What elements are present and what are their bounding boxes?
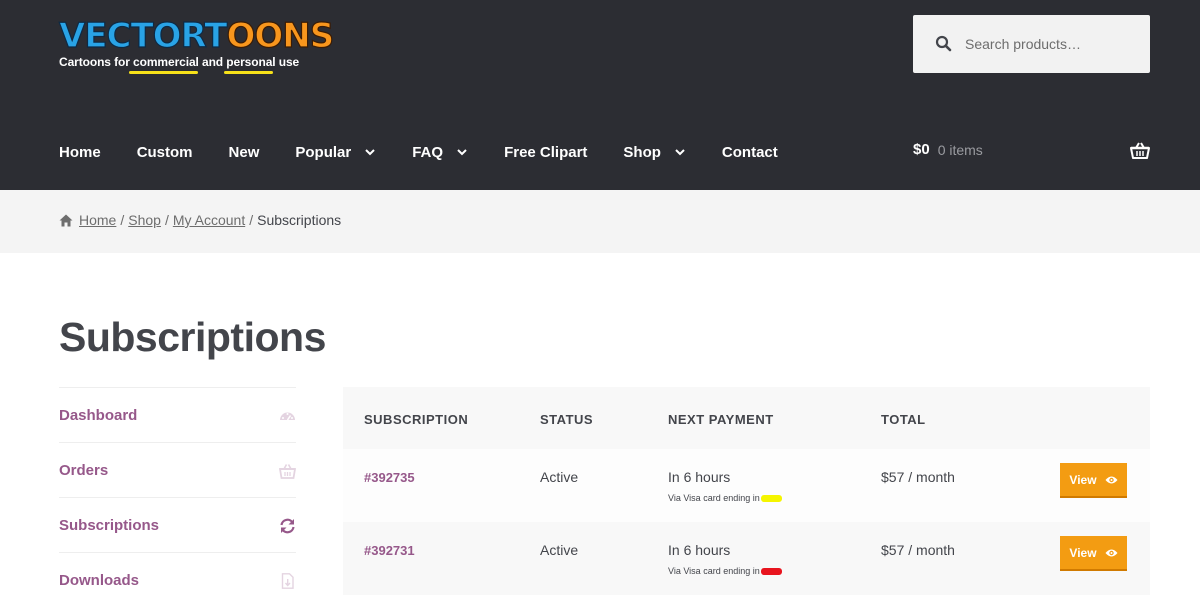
next-payment: In 6 hours	[668, 542, 731, 558]
breadcrumb-current: Subscriptions	[257, 212, 342, 228]
product-search	[913, 15, 1150, 73]
account-nav-label: Subscriptions	[59, 516, 160, 534]
nav-item-custom[interactable]: Custom	[137, 144, 193, 161]
chevron-down-icon	[457, 149, 467, 156]
view-subscription-button[interactable]: View	[1060, 536, 1127, 571]
refresh-icon	[280, 518, 295, 534]
redaction-mark	[760, 494, 782, 502]
basket-icon[interactable]	[1130, 141, 1150, 161]
page-title: Subscriptions	[59, 314, 326, 360]
search-input[interactable]	[965, 15, 1145, 73]
nav-item-contact[interactable]: Contact	[722, 144, 778, 161]
nav-item-home[interactable]: Home	[59, 144, 101, 161]
table-row: #392731 Active In 6 hours Via Visa card …	[343, 522, 1150, 595]
cart-count: 0 items	[937, 141, 983, 158]
basket-icon	[279, 464, 296, 479]
account-navigation: Dashboard Orders Subscriptions Downloads	[59, 387, 296, 607]
breadcrumb: Home / Shop / My Account / Subscriptions	[59, 212, 341, 228]
breadcrumb-home-link[interactable]: Home	[79, 212, 116, 228]
breadcrumb-bar: Home / Shop / My Account / Subscriptions	[0, 190, 1200, 253]
breadcrumb-separator: /	[164, 212, 169, 228]
account-nav-downloads[interactable]: Downloads	[59, 552, 296, 607]
breadcrumb-separator: /	[120, 212, 125, 228]
logo-underline-commercial	[129, 71, 198, 74]
cart-amount: $0	[913, 141, 930, 158]
table-row: #392735 Active In 6 hours Via Visa card …	[343, 449, 1150, 522]
chevron-down-icon	[675, 149, 685, 156]
account-nav-orders[interactable]: Orders	[59, 442, 296, 497]
dashboard-gauge-icon	[280, 412, 295, 421]
redaction-mark	[760, 567, 782, 575]
column-header-total: TOTAL	[881, 412, 926, 427]
subscription-status: Active	[540, 542, 579, 558]
column-header-status: STATUS	[540, 412, 594, 427]
chevron-down-icon	[365, 149, 375, 156]
site-logo[interactable]: VECTORTOONS Cartoons for commercial and …	[58, 14, 335, 76]
subscription-link[interactable]: #392731	[364, 543, 415, 558]
subscription-total: $57 / month	[881, 542, 955, 558]
view-subscription-button[interactable]: View	[1060, 463, 1127, 498]
nav-item-faq[interactable]: FAQ	[412, 144, 468, 161]
next-payment: In 6 hours	[668, 469, 731, 485]
nav-item-new[interactable]: New	[229, 144, 260, 161]
logo-wordmark: VECTORTOONS	[58, 15, 334, 56]
logo-underline-personal	[224, 71, 273, 74]
logo-tagline: Cartoons for commercial and personal use	[59, 55, 300, 69]
breadcrumb-my-account-link[interactable]: My Account	[173, 212, 245, 228]
subscription-status: Active	[540, 469, 579, 485]
subscriptions-table: SUBSCRIPTION STATUS NEXT PAYMENT TOTAL #…	[343, 387, 1150, 595]
account-nav-label: Downloads	[59, 571, 140, 589]
subscription-total: $57 / month	[881, 469, 955, 485]
nav-item-shop[interactable]: Shop	[623, 144, 686, 161]
account-nav-label: Orders	[59, 461, 109, 479]
site-header: VECTORTOONS Cartoons for commercial and …	[0, 0, 1200, 190]
subscription-link[interactable]: #392735	[364, 470, 415, 485]
cart-summary[interactable]: $0 0 items	[913, 141, 983, 158]
column-header-subscription: SUBSCRIPTION	[364, 412, 469, 427]
nav-item-popular[interactable]: Popular	[295, 144, 376, 161]
column-header-next-payment: NEXT PAYMENT	[668, 412, 774, 427]
search-icon[interactable]	[935, 35, 953, 53]
nav-item-free-clipart[interactable]: Free Clipart	[504, 144, 587, 161]
eye-icon	[1105, 476, 1118, 483]
main-nav: Home Custom New Popular FAQ Free Clipart…	[59, 138, 814, 166]
payment-method-note: Via Visa card ending in	[668, 566, 782, 576]
account-nav-dashboard[interactable]: Dashboard	[59, 387, 296, 442]
account-nav-label: Dashboard	[59, 406, 138, 424]
breadcrumb-shop-link[interactable]: Shop	[128, 212, 161, 228]
table-header: SUBSCRIPTION STATUS NEXT PAYMENT TOTAL	[343, 387, 1150, 449]
breadcrumb-separator: /	[249, 212, 254, 228]
account-nav-subscriptions[interactable]: Subscriptions	[59, 497, 296, 552]
file-download-icon	[281, 573, 294, 589]
payment-method-note: Via Visa card ending in	[668, 493, 782, 503]
eye-icon	[1105, 549, 1118, 556]
home-icon	[59, 214, 73, 226]
